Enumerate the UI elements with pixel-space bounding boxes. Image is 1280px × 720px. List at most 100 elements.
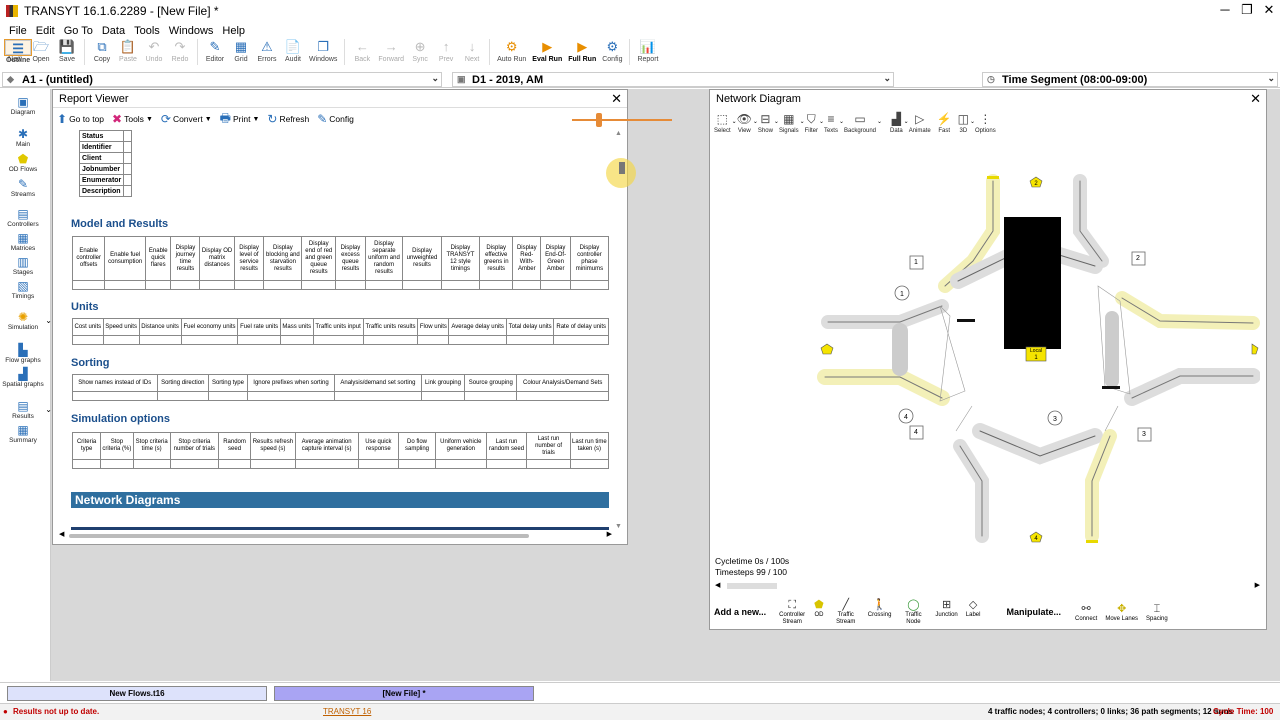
connect-tool[interactable]: ⚯ Connect	[1075, 602, 1097, 623]
traffic-stream-tool[interactable]: ╱ Traffic Stream	[832, 598, 860, 626]
scroll-right-icon[interactable]: ▶	[1255, 581, 1260, 589]
animate-button[interactable]: ▷ Animate	[909, 112, 931, 135]
scroll-right-icon[interactable]: ▶	[607, 530, 612, 538]
tab-new-file[interactable]: [New File] *	[274, 686, 534, 701]
od-marker-west[interactable]	[820, 343, 834, 355]
outline-button[interactable]: ☰ Outline	[3, 39, 33, 64]
convert-button[interactable]: ⟳ Convert ▼	[161, 112, 212, 126]
tab-new-flows[interactable]: New Flows.t16	[7, 686, 267, 701]
demand-selector[interactable]: ▣ D1 - 2019, AM ⌄	[452, 72, 894, 87]
network-canvas[interactable]: 1 3 4 1 2 3 4 2 4 Local 1	[710, 136, 1260, 551]
view-button[interactable]: 👁 View ⌄	[737, 112, 758, 135]
menu-goto[interactable]: Go To	[64, 25, 93, 37]
zoom-slider-track[interactable]	[572, 119, 672, 121]
menu-windows[interactable]: Windows	[169, 25, 214, 37]
next-button[interactable]: ↓ Next	[462, 39, 482, 64]
fast-button[interactable]: ⚡ Fast	[937, 112, 952, 135]
label-tool[interactable]: ◇ Label	[966, 598, 981, 626]
audit-button[interactable]: 📄 Audit	[283, 39, 303, 64]
close-icon[interactable]: ✕	[1250, 91, 1261, 107]
nav-item-od-flows[interactable]: ⬟ OD Flows	[0, 152, 46, 173]
report-button[interactable]: 📊 Report	[637, 39, 658, 64]
chevron-down-icon[interactable]: ▼	[205, 116, 212, 123]
analysis-selector[interactable]: ◆ A1 - (untitled) ⌄	[2, 72, 442, 87]
scroll-up-icon[interactable]: ▲	[615, 130, 622, 137]
data-button[interactable]: ▟ Data ⌄	[890, 112, 909, 135]
nav-item-matrices[interactable]: ▦ Matrices	[0, 231, 46, 252]
texts-button[interactable]: ≡ Texts ⌄	[824, 112, 844, 135]
signals-button[interactable]: ▦ Signals ⌄	[779, 112, 805, 135]
tools-button[interactable]: ✖ Tools ▼	[112, 112, 153, 126]
controller-stream-tool[interactable]: ⛶ Controller Stream	[778, 598, 806, 626]
menu-file[interactable]: File	[9, 25, 27, 37]
nav-item-summary[interactable]: ▦ Summary	[0, 423, 46, 444]
redo-button[interactable]: ↷ Redo	[170, 39, 190, 64]
errors-button[interactable]: ⚠ Errors	[257, 39, 277, 64]
scroll-left-icon[interactable]: ◀	[59, 530, 64, 538]
vertical-scroll-thumb[interactable]	[619, 162, 625, 174]
sync-button[interactable]: ⊕ Sync	[410, 39, 430, 64]
time-segment-selector[interactable]: ◷ Time Segment (08:00-09:00) ⌄	[982, 72, 1278, 87]
move-lanes-tool[interactable]: ✥ Move Lanes	[1105, 602, 1138, 623]
back-button[interactable]: ← Back	[352, 39, 372, 64]
paste-button[interactable]: 📋 Paste	[118, 39, 138, 64]
spacing-tool[interactable]: ⌶ Spacing	[1146, 602, 1168, 623]
nav-item-results[interactable]: ▤ Results ⌄	[0, 399, 52, 420]
refresh-button[interactable]: ↻ Refresh	[267, 112, 309, 126]
traffic-node-tool[interactable]: ◯ Traffic Node	[899, 598, 927, 626]
prev-button[interactable]: ↑ Prev	[436, 39, 456, 64]
scroll-thumb[interactable]	[69, 534, 529, 538]
nav-item-streams[interactable]: ✎ Streams	[0, 177, 46, 198]
junction-tool[interactable]: ⊞ Junction	[935, 598, 957, 626]
3d-button[interactable]: ◫ 3D ⌄	[958, 112, 975, 135]
menu-edit[interactable]: Edit	[36, 25, 55, 37]
menu-help[interactable]: Help	[222, 25, 245, 37]
undo-button[interactable]: ↶ Undo	[144, 39, 164, 64]
nav-item-diagram[interactable]: ▣ Diagram	[0, 95, 46, 116]
select-button[interactable]: ⬚ Select ⌄	[714, 112, 737, 135]
nav-item-simulation[interactable]: ✺ Simulation ⌄	[0, 310, 52, 331]
background-button[interactable]: ▭ Background ⌄	[844, 112, 882, 135]
diagram-horizontal-scrollbar[interactable]: ◀ ▶	[715, 582, 1260, 590]
scroll-left-icon[interactable]: ◀	[715, 581, 720, 589]
config-button[interactable]: ✎ Config	[317, 112, 354, 126]
nav-item-controllers[interactable]: ▤ Controllers	[0, 207, 46, 228]
zoom-slider-thumb[interactable]	[596, 113, 602, 127]
forward-button[interactable]: → Forward	[378, 39, 404, 64]
od-tool[interactable]: ⬟ OD	[814, 598, 824, 626]
nav-item-timings[interactable]: ▧ Timings	[0, 279, 46, 300]
chevron-down-icon[interactable]: ⌄	[431, 73, 439, 84]
filter-button[interactable]: ⛉ Filter ⌄	[805, 112, 824, 135]
eval-run-button[interactable]: ▶ Eval Run	[532, 39, 562, 64]
chevron-down-icon[interactable]: ⌄	[1267, 73, 1275, 84]
nav-item-main[interactable]: ✱ Main	[0, 127, 46, 148]
copy-button[interactable]: ⧉ Copy	[92, 39, 112, 64]
od-marker-east[interactable]	[1251, 343, 1259, 355]
transyt-link[interactable]: TRANSYT 16	[323, 707, 371, 716]
chevron-down-icon[interactable]: ⌄	[877, 118, 882, 125]
options-button[interactable]: ⋮ Options	[975, 112, 996, 135]
show-button[interactable]: ⊟ Show ⌄	[758, 112, 779, 135]
nav-item-spatial-graphs[interactable]: ▟ Spatial graphs	[0, 367, 46, 388]
grid-button[interactable]: ▦ Grid	[231, 39, 251, 64]
editor-button[interactable]: ✎ Editor	[205, 39, 225, 64]
chevron-down-icon[interactable]: ▼	[252, 116, 259, 123]
minimize-icon[interactable]: ─	[1214, 0, 1236, 20]
report-vertical-scrollbar[interactable]: ▲ ▼	[615, 130, 623, 530]
chevron-down-icon[interactable]: ▼	[146, 116, 153, 123]
windows-button[interactable]: ❐ Windows	[309, 39, 337, 64]
nav-item-stages[interactable]: ▥ Stages	[0, 255, 46, 276]
save-button[interactable]: 💾 Save	[57, 39, 77, 64]
close-icon[interactable]: ✕	[1258, 0, 1280, 20]
chevron-down-icon[interactable]: ⌄	[883, 73, 891, 84]
close-icon[interactable]: ✕	[611, 91, 622, 107]
menu-tools[interactable]: Tools	[134, 25, 160, 37]
nav-item-flow-graphs[interactable]: ▙ Flow graphs	[0, 343, 46, 364]
open-button[interactable]: 🗁 Open	[31, 39, 51, 64]
go-to-top-button[interactable]: ⬆ Go to top	[57, 112, 104, 126]
scroll-thumb[interactable]	[727, 583, 777, 589]
menu-data[interactable]: Data	[102, 25, 125, 37]
auto-run-button[interactable]: ⚙ Auto Run	[497, 39, 526, 64]
config-button[interactable]: ⚙ Config	[602, 39, 622, 64]
full-run-button[interactable]: ▶ Full Run	[568, 39, 596, 64]
